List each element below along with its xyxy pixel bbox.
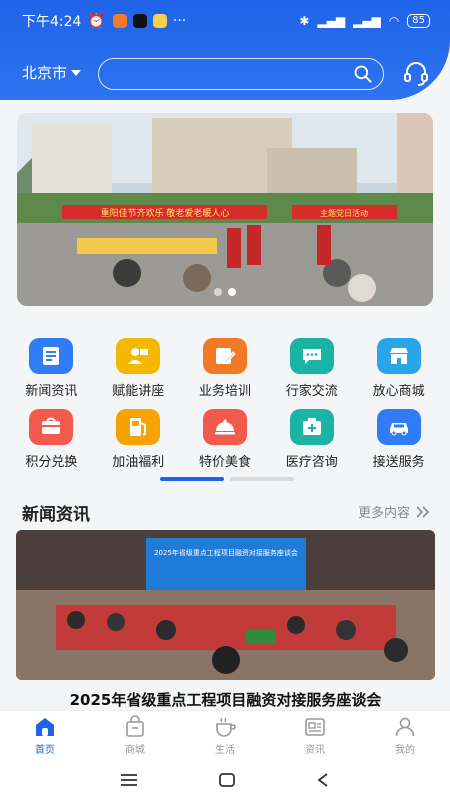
banner-image: 重阳佳节齐欢乐 敬老爱老暖人心 主题党日活动 xyxy=(17,113,433,306)
banner-indicator xyxy=(17,288,433,296)
grid-pager xyxy=(160,477,294,481)
search-icon[interactable] xyxy=(353,64,373,84)
news-headline[interactable]: 2025年省级重点工程项目融资对接服务座谈会 xyxy=(16,689,435,710)
coffee-icon xyxy=(216,717,236,737)
points-icon xyxy=(29,409,74,445)
search-input[interactable] xyxy=(99,59,383,89)
grid-label: 加油福利 xyxy=(112,455,165,470)
more-label: 更多内容 xyxy=(357,506,410,521)
grid-label: 业务培训 xyxy=(198,384,251,399)
signal-icon: ▂▄▆ xyxy=(317,14,346,28)
tiktok-icon xyxy=(132,14,147,28)
status-time: 下午4:24 xyxy=(22,14,82,30)
grid-page-indicator[interactable] xyxy=(160,477,224,481)
bottom-tab-bar: 首页 商城 生活 资讯 我的 xyxy=(0,710,450,760)
tab-label: 我的 xyxy=(395,745,415,756)
car-icon xyxy=(376,409,421,445)
caret-down-icon xyxy=(71,69,82,76)
news-photo: 2025年省级重点工程项目融资对接服务座谈会 xyxy=(16,530,435,680)
tab-label: 商城 xyxy=(125,745,145,756)
grid-label: 积分兑换 xyxy=(25,455,78,470)
banner-sign-right: 主题党日活动 xyxy=(320,208,368,218)
app-notification-icon xyxy=(152,14,167,28)
fuel-icon xyxy=(116,409,161,445)
more-notifications-icon: ··· xyxy=(172,13,187,29)
shop-bag-icon xyxy=(126,715,144,737)
tab-mine[interactable]: 我的 xyxy=(360,711,450,760)
more-news-link[interactable]: 更多内容 xyxy=(358,502,430,521)
city-label: 北京市 xyxy=(22,64,68,82)
grid-item-medical[interactable]: 医疗咨询 xyxy=(268,409,355,470)
battery-icon: 85 xyxy=(407,14,430,28)
news-image[interactable]: 2025年省级重点工程项目融资对接服务座谈会 xyxy=(16,530,435,680)
grid-item-shuttle[interactable]: 接送服务 xyxy=(355,409,442,470)
banner-sign-left: 重阳佳节齐欢乐 敬老爱老暖人心 xyxy=(101,207,230,219)
grid-label: 放心商城 xyxy=(372,384,425,399)
news-section-title: 新闻资讯 xyxy=(22,505,90,525)
banner-carousel[interactable]: 重阳佳节齐欢乐 敬老爱老暖人心 主题党日活动 xyxy=(17,113,433,306)
medical-icon xyxy=(289,409,334,445)
grid-label: 医疗咨询 xyxy=(285,455,338,470)
tab-label: 生活 xyxy=(215,745,235,756)
food-icon xyxy=(202,409,247,445)
store-icon xyxy=(376,338,421,374)
grid-label: 接送服务 xyxy=(372,455,425,470)
back-icon[interactable] xyxy=(316,772,330,788)
grid-label: 特价美食 xyxy=(198,455,251,470)
tab-life[interactable]: 生活 xyxy=(180,711,270,760)
menu-icon[interactable] xyxy=(120,773,138,787)
grid-item-lecture[interactable]: 赋能讲座 xyxy=(95,338,182,399)
signal-icon: ▂▄▆ xyxy=(353,14,381,28)
tab-label: 资讯 xyxy=(305,745,325,756)
grid-item-store[interactable]: 放心商城 xyxy=(355,338,442,399)
banner-dot[interactable] xyxy=(228,288,236,296)
lecture-icon xyxy=(116,338,161,374)
bluetooth-icon: ✱ xyxy=(299,14,310,28)
tab-info[interactable]: 资讯 xyxy=(270,711,360,760)
grid-item-exchange[interactable]: 行家交流 xyxy=(268,338,355,399)
search-bar[interactable] xyxy=(98,58,384,90)
grid-item-training[interactable]: 业务培训 xyxy=(182,338,269,399)
tab-shop[interactable]: 商城 xyxy=(90,711,180,760)
status-bar: 下午4:24 ⏰ ··· ✱ ▂▄▆ ▂▄▆ ◠ 85 xyxy=(22,10,430,32)
grid-item-food[interactable]: 特价美食 xyxy=(182,409,269,470)
grid-label: 行家交流 xyxy=(285,384,338,399)
training-icon xyxy=(202,338,247,374)
app-notification-icon xyxy=(112,14,127,28)
double-chevron-right-icon xyxy=(416,505,430,518)
home-square-icon[interactable] xyxy=(218,772,236,788)
customer-service-icon[interactable] xyxy=(402,60,430,88)
grid-item-points[interactable]: 积分兑换 xyxy=(8,409,95,470)
user-icon xyxy=(395,717,415,737)
home-icon xyxy=(36,718,54,736)
header: 下午4:24 ⏰ ··· ✱ ▂▄▆ ▂▄▆ ◠ 85 北京市 xyxy=(0,0,450,100)
info-icon xyxy=(305,718,325,736)
grid-page-indicator[interactable] xyxy=(230,477,294,481)
city-selector[interactable]: 北京市 xyxy=(22,62,82,83)
alarm-icon: ⏰ xyxy=(87,13,105,29)
grid-label: 赋能讲座 xyxy=(112,384,165,399)
tab-home[interactable]: 首页 xyxy=(0,711,90,760)
chat-icon xyxy=(289,338,334,374)
grid-item-fuel[interactable]: 加油福利 xyxy=(95,409,182,470)
tab-label: 首页 xyxy=(35,745,55,756)
wifi-icon: ◠ xyxy=(388,14,400,28)
system-nav-bar xyxy=(0,760,450,800)
grid-item-news[interactable]: 新闻资讯 xyxy=(8,338,95,399)
news-screen-text: 2025年省级重点工程项目融资对接服务座谈会 xyxy=(154,548,298,557)
news-icon xyxy=(29,338,74,374)
feature-grid: 新闻资讯 赋能讲座 业务培训 行家交流 放心商城 积分兑换 加油福利 特价美食 … xyxy=(8,338,442,470)
banner-dot[interactable] xyxy=(214,288,222,296)
grid-label: 新闻资讯 xyxy=(25,384,78,399)
